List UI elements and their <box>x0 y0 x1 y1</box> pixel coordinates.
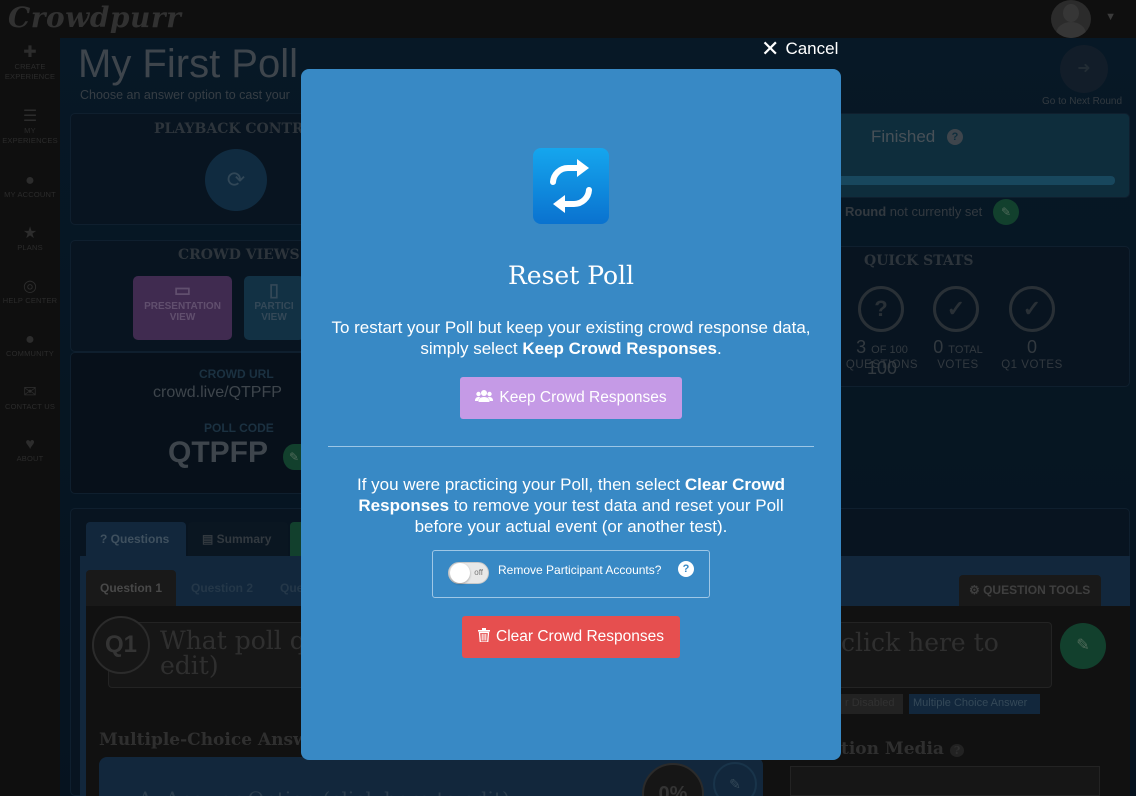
cancel-button[interactable]: ✕ Cancel <box>761 36 838 61</box>
remove-accounts-toggle[interactable]: off <box>448 562 489 584</box>
keep-crowd-responses-button[interactable]: Keep Crowd Responses <box>460 377 682 419</box>
help-icon[interactable]: ? <box>678 561 694 577</box>
users-icon <box>475 389 494 408</box>
remove-accounts-option: off Remove Participant Accounts? ? <box>432 550 710 598</box>
modal-title: Reset Poll <box>507 261 635 290</box>
modal-divider <box>328 446 814 447</box>
reset-poll-modal: Reset Poll To restart your Poll but keep… <box>301 69 841 760</box>
trash-icon <box>478 627 490 647</box>
close-icon: ✕ <box>761 36 780 61</box>
clear-description: If you were practicing your Poll, then s… <box>356 475 786 536</box>
remove-accounts-label: Remove Participant Accounts? <box>498 563 662 577</box>
clear-crowd-responses-button[interactable]: Clear Crowd Responses <box>462 616 680 658</box>
keep-description: To restart your Poll but keep your exist… <box>331 318 811 358</box>
reset-icon <box>533 148 609 224</box>
